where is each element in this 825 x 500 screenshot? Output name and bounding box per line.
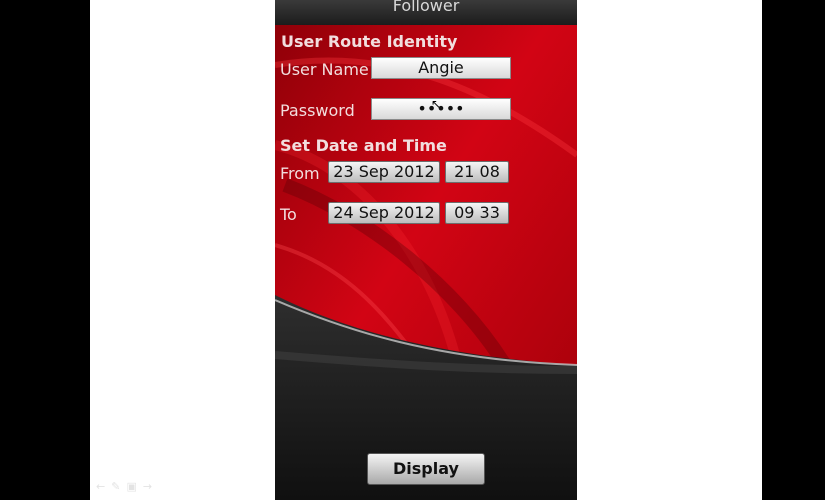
mouse-cursor-icon: ↖ — [431, 97, 442, 111]
from-date-button[interactable]: 23 Sep 2012 — [328, 161, 440, 183]
username-label: User Name — [280, 60, 369, 79]
username-input[interactable]: Angie — [371, 57, 511, 79]
datetime-heading: Set Date and Time — [280, 136, 447, 155]
identity-heading: User Route Identity — [281, 32, 458, 51]
slide-toolbar: ←✎▣→ — [96, 480, 158, 493]
display-button[interactable]: Display — [367, 453, 485, 485]
red-wave-background — [275, 25, 577, 500]
phone-screen: Follower User Route Identity User Name A… — [275, 0, 577, 500]
to-time-button[interactable]: 09 33 — [445, 202, 509, 224]
app-title-bar: Follower — [275, 0, 577, 25]
app-title: Follower — [392, 0, 460, 15]
password-label: Password — [280, 101, 355, 120]
from-time-button[interactable]: 21 08 — [445, 161, 509, 183]
pen-icon[interactable]: ✎ — [111, 480, 126, 493]
from-label: From — [280, 164, 320, 183]
to-label: To — [280, 205, 297, 224]
slides-icon[interactable]: ▣ — [126, 480, 142, 493]
next-arrow-icon[interactable]: → — [143, 480, 158, 493]
prev-arrow-icon[interactable]: ← — [96, 480, 111, 493]
to-date-button[interactable]: 24 Sep 2012 — [328, 202, 440, 224]
